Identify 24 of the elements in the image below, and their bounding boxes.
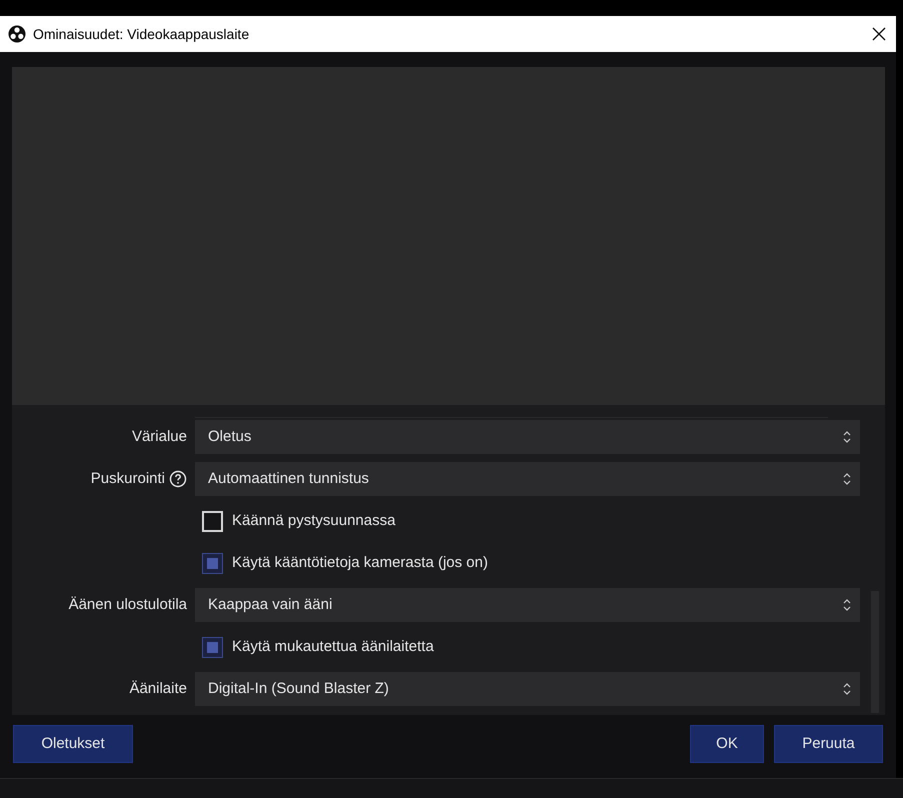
defaults-button[interactable]: Oletukset — [13, 725, 133, 763]
field-label: Äänilaite — [129, 678, 187, 699]
close-icon[interactable] — [872, 27, 886, 41]
field-label: Äänen ulostulotila — [68, 594, 187, 615]
field-label: Puskurointi — [90, 468, 165, 489]
help-icon[interactable] — [169, 470, 187, 488]
dropdown[interactable]: Digital-In (Sound Blaster Z) — [195, 672, 860, 706]
dialog-button[interactable]: Peruuta — [774, 725, 883, 763]
dialog-button[interactable]: OK — [690, 725, 764, 763]
checkbox[interactable] — [202, 636, 223, 658]
spinner-arrows-icon — [842, 471, 852, 487]
window-title: Ominaisuudet: Videokaappauslaite — [33, 24, 250, 44]
spinner-arrows-icon — [842, 681, 852, 697]
spinner-arrows-icon — [842, 597, 852, 613]
checkbox-label: Käytä mukautettua äänilaitetta — [232, 636, 434, 657]
field-label: Värialue — [132, 426, 187, 447]
app-logo-icon — [8, 25, 26, 43]
dropdown[interactable]: Oletus — [195, 420, 860, 454]
checkbox-label: Käännä pystysuunnassa — [232, 510, 396, 531]
dropdown[interactable]: Kaappaa vain ääni — [195, 588, 860, 622]
dropdown[interactable]: Automaattinen tunnistus — [195, 462, 860, 496]
checkbox-label: Käytä kääntötietoja kamerasta (jos on) — [232, 552, 488, 573]
checkbox[interactable] — [202, 552, 223, 574]
spinner-arrows-icon — [842, 429, 852, 445]
